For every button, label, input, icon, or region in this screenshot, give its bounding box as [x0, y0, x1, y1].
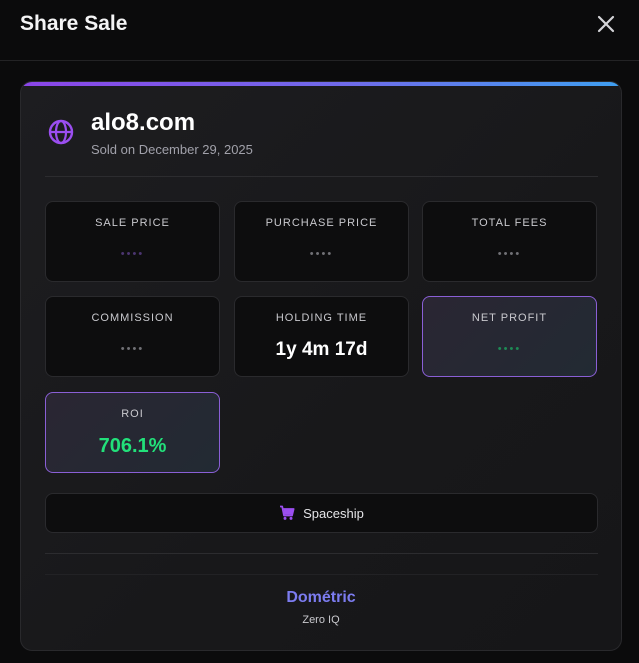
close-button[interactable]: [592, 10, 620, 38]
stat-total-fees: TOTAL FEES ••••: [422, 201, 597, 282]
stat-value: 1y 4m 17d: [275, 339, 368, 360]
stat-hidden-value: ••••: [309, 248, 334, 260]
roi-value: 706.1%: [98, 435, 167, 457]
stat-label: ROI: [121, 408, 144, 420]
stat-purchase-price: PURCHASE PRICE ••••: [234, 201, 409, 282]
stat-label: NET PROFIT: [471, 312, 548, 324]
brand-name: Dométric: [286, 589, 356, 606]
registrar-button[interactable]: Spaceship: [45, 493, 598, 533]
stat-roi: ROI 706.1%: [45, 392, 220, 473]
stat-label: COMMISSION: [91, 312, 174, 324]
dialog-header: Share Sale: [0, 0, 639, 61]
domain-name: alo8.com: [91, 109, 196, 136]
cart-icon: [280, 505, 295, 520]
divider: [45, 176, 598, 177]
stat-net-profit: NET PROFIT ••••: [422, 296, 597, 377]
sale-card: alo8.com Sold on December 29, 2025 SALE …: [20, 81, 622, 651]
stat-hidden-value: ••••: [120, 343, 145, 355]
stat-hidden-value: ••••: [497, 248, 522, 260]
divider: [45, 574, 598, 575]
globe-icon: [48, 119, 74, 145]
registrar-label: Spaceship: [303, 505, 364, 521]
stat-hidden-value: ••••: [120, 248, 145, 260]
close-icon: [597, 15, 615, 33]
stat-holding-time: HOLDING TIME 1y 4m 17d: [234, 296, 409, 377]
card-accent-bar: [21, 82, 621, 86]
brand-subtitle: Zero IQ: [302, 614, 340, 626]
stat-label: HOLDING TIME: [275, 312, 368, 324]
stat-label: TOTAL FEES: [471, 217, 548, 229]
stat-label: SALE PRICE: [95, 217, 170, 229]
stat-sale-price: SALE PRICE ••••: [45, 201, 220, 282]
sold-date: Sold on December 29, 2025: [91, 142, 253, 157]
divider: [45, 553, 598, 554]
stat-commission: COMMISSION ••••: [45, 296, 220, 377]
dialog-title: Share Sale: [20, 12, 128, 35]
stat-label: PURCHASE PRICE: [265, 217, 378, 229]
stat-hidden-value: ••••: [497, 343, 522, 355]
